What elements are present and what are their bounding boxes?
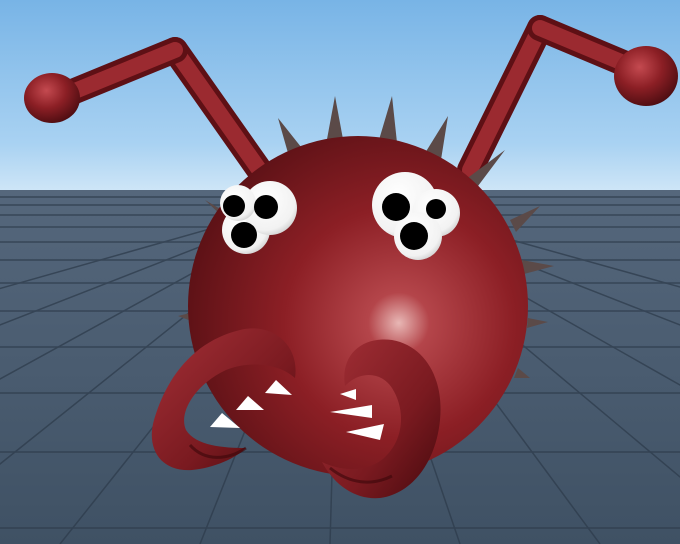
left-antenna-knob — [24, 73, 80, 123]
pupil — [426, 199, 446, 219]
right-antenna-knob — [614, 46, 678, 106]
pupil — [223, 195, 245, 217]
game-viewport[interactable] — [0, 0, 680, 544]
pupil — [254, 195, 278, 219]
pupil — [382, 193, 410, 221]
scene-canvas[interactable] — [0, 0, 680, 544]
pupil — [400, 222, 428, 250]
pupil — [231, 222, 257, 248]
